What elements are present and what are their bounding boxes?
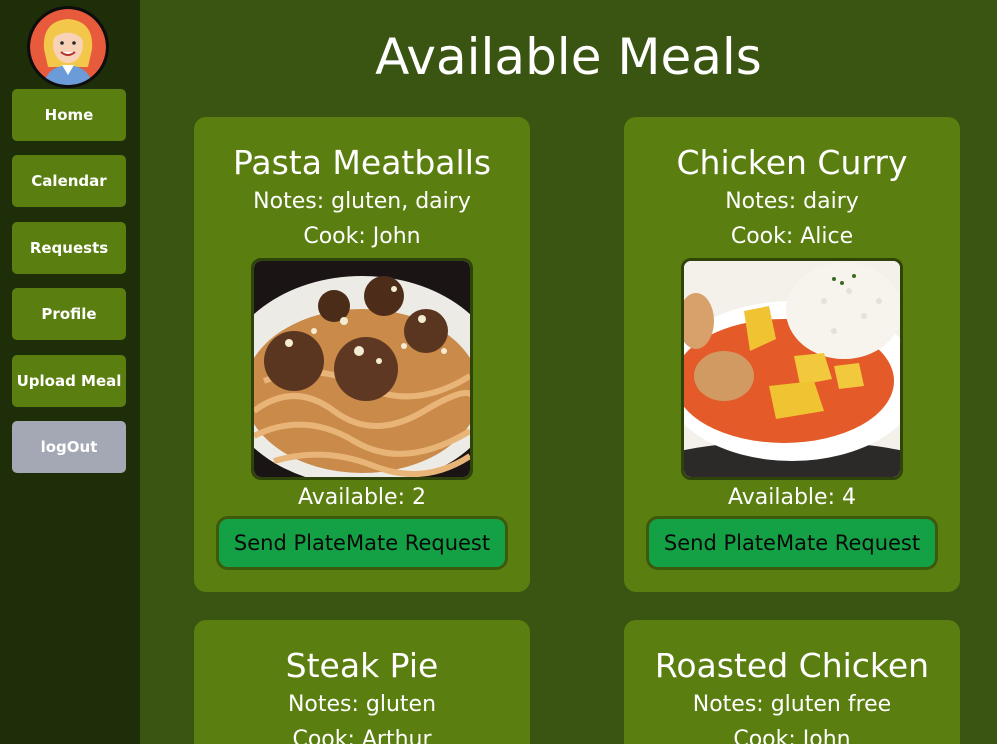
meal-image (681, 258, 903, 480)
nav-home-button[interactable]: Home (12, 89, 126, 141)
pasta-meatballs-photo (254, 261, 470, 477)
meal-card: Pasta Meatballs Notes: gluten, dairy Coo… (194, 117, 530, 592)
meal-notes: Notes: gluten, dairy (253, 189, 471, 214)
meal-name: Pasta Meatballs (232, 143, 492, 182)
chicken-curry-photo (684, 261, 900, 477)
meal-card: Steak Pie Notes: gluten Cook: Arthur (194, 620, 530, 744)
meal-available: Available: 4 (728, 485, 856, 510)
nav-calendar-button[interactable]: Calendar (12, 155, 126, 207)
avatar[interactable] (27, 6, 109, 88)
meal-notes: Notes: gluten free (692, 692, 892, 717)
user-avatar-icon (30, 9, 106, 85)
meal-name: Steak Pie (285, 646, 439, 685)
meal-cook: Cook: Alice (730, 224, 854, 249)
page-title: Available Meals (375, 28, 762, 86)
meal-card: Roasted Chicken Notes: gluten free Cook:… (624, 620, 960, 744)
send-request-button[interactable]: Send PlateMate Request (646, 516, 938, 570)
meal-card: Chicken Curry Notes: dairy Cook: Alice A… (624, 117, 960, 592)
nav-requests-button[interactable]: Requests (12, 222, 126, 274)
nav-upload-meal-button[interactable]: Upload Meal (12, 355, 126, 407)
meal-name: Roasted Chicken (654, 646, 930, 685)
meal-name: Chicken Curry (676, 143, 908, 182)
meal-cook: Cook: John (303, 224, 421, 249)
meal-available: Available: 2 (298, 485, 426, 510)
meal-cook: Cook: Arthur (292, 727, 432, 744)
logout-button[interactable]: logOut (12, 421, 126, 473)
meal-image (251, 258, 473, 480)
send-request-button[interactable]: Send PlateMate Request (216, 516, 508, 570)
sidebar: Home Calendar Requests Profile Upload Me… (0, 0, 140, 744)
meal-notes: Notes: dairy (725, 189, 859, 214)
nav-profile-button[interactable]: Profile (12, 288, 126, 340)
meal-notes: Notes: gluten (287, 692, 437, 717)
meal-cook: Cook: John (733, 727, 851, 744)
